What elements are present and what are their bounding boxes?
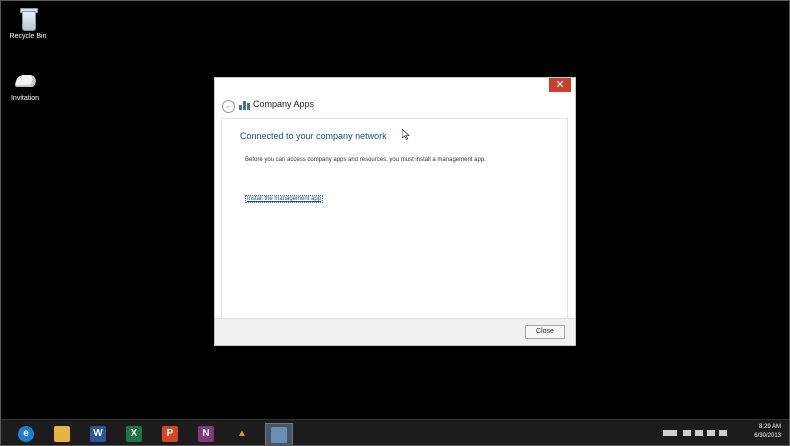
- taskbar-excel-button[interactable]: X: [121, 423, 147, 445]
- invitation-icon: [12, 67, 38, 93]
- vlc-cone-icon: ▲: [237, 428, 247, 439]
- chevron-up-icon[interactable]: [683, 430, 691, 436]
- flag-icon[interactable]: [695, 430, 703, 436]
- powerpoint-icon: P: [162, 426, 178, 442]
- dialog-heading: Connected to your company network: [240, 131, 387, 141]
- keyboard-icon[interactable]: [663, 430, 677, 436]
- dialog-content: Connected to your company network Before…: [221, 118, 568, 320]
- excel-icon: X: [126, 426, 142, 442]
- close-icon[interactable]: ✕: [549, 78, 571, 92]
- taskbar-onenote-button[interactable]: N: [193, 423, 219, 445]
- desktop-icon-label: Invitation: [10, 95, 40, 102]
- clock[interactable]: 8:29 AM 6/30/2013: [754, 423, 781, 441]
- desktop-icon-invitation[interactable]: Invitation: [1, 67, 49, 102]
- taskbar-vlc-button[interactable]: ▲: [229, 423, 255, 445]
- word-icon: W: [90, 426, 106, 442]
- internet-explorer-icon: e: [18, 426, 34, 442]
- desktop-icon-recycle-bin[interactable]: Recycle Bin: [4, 5, 52, 40]
- desktop: Recycle Bin Invitation ✕ ← Company Apps …: [0, 0, 790, 446]
- recycle-bin-icon: [15, 5, 41, 31]
- taskbar-file-explorer-button[interactable]: [49, 423, 75, 445]
- install-management-app-link[interactable]: Install the management app: [245, 195, 324, 203]
- company-apps-icon: [239, 101, 250, 110]
- close-button[interactable]: Close: [525, 325, 565, 339]
- taskbar-ie-button[interactable]: e: [13, 423, 39, 445]
- folder-icon: [54, 426, 70, 442]
- volume-icon[interactable]: [719, 430, 727, 436]
- taskbar: e W X P N ▲ 8:29 AM 6/30/2013: [1, 419, 789, 445]
- network-icon[interactable]: [707, 430, 715, 436]
- clock-time: 8:29 AM: [758, 424, 781, 430]
- taskbar-word-button[interactable]: W: [85, 423, 111, 445]
- taskbar-powerpoint-button[interactable]: P: [157, 423, 183, 445]
- company-apps-icon: [271, 427, 287, 443]
- back-arrow-icon[interactable]: ←: [222, 100, 235, 113]
- dialog-body-text: Before you can access company apps and r…: [245, 157, 486, 163]
- desktop-icon-label: Recycle Bin: [9, 33, 47, 40]
- company-apps-dialog: ✕ ← Company Apps Connected to your compa…: [214, 77, 576, 346]
- onenote-icon: N: [198, 426, 214, 442]
- dialog-title: Company Apps: [253, 99, 315, 109]
- clock-date: 6/30/2013: [754, 433, 781, 439]
- system-tray: 8:29 AM 6/30/2013: [661, 420, 781, 445]
- dialog-footer: Close: [215, 318, 575, 345]
- dialog-header: ← Company Apps: [215, 96, 575, 118]
- taskbar-company-apps-button[interactable]: [265, 423, 293, 445]
- mouse-cursor-icon: [402, 129, 410, 140]
